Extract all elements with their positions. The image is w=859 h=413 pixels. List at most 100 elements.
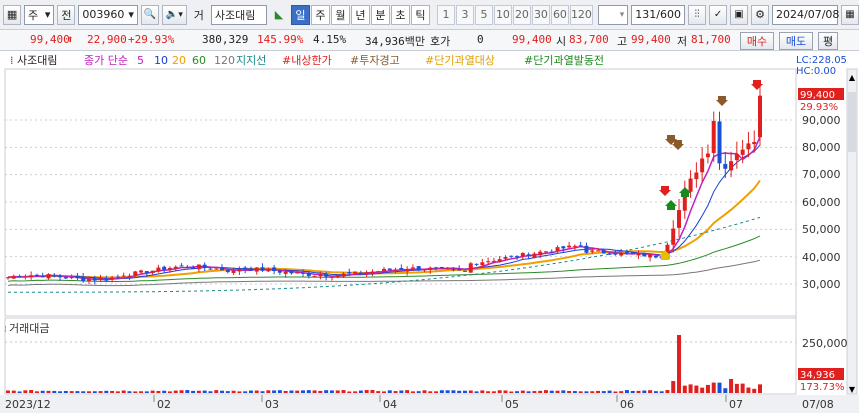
candle-body[interactable] (740, 149, 745, 155)
candle-body[interactable] (624, 252, 629, 254)
candle-body[interactable] (173, 266, 178, 270)
candle-body[interactable] (46, 274, 51, 279)
candle-body[interactable] (237, 269, 242, 272)
interval-10[interactable]: 10 (493, 4, 512, 25)
candle-body[interactable] (306, 273, 311, 276)
candle-body[interactable] (69, 277, 74, 279)
candle-body[interactable] (144, 271, 149, 274)
candle-body[interactable] (584, 245, 589, 253)
candle-body[interactable] (705, 153, 710, 158)
candle-body[interactable] (104, 279, 109, 281)
market-select[interactable]: 주 ▾ (24, 4, 55, 25)
candle-body[interactable] (567, 245, 572, 248)
tab-tick[interactable]: 틱 (410, 4, 430, 25)
candle-body[interactable] (543, 251, 548, 253)
candle-body[interactable] (729, 161, 734, 171)
candle-body[interactable] (364, 272, 369, 275)
candle-body[interactable] (503, 256, 508, 259)
interval-120[interactable]: 120 (569, 4, 593, 25)
candle-body[interactable] (526, 254, 531, 256)
candle-body[interactable] (34, 274, 39, 276)
candle-body[interactable] (272, 267, 277, 272)
stock-chart[interactable]: ▲ ▼ ⁞ 사조대림 종가 단순 5 10 20 60 120 지지선 #내상한… (0, 52, 859, 413)
candle-body[interactable] (318, 275, 323, 277)
candle-body[interactable] (243, 267, 248, 270)
candle-body[interactable] (295, 272, 300, 274)
gear-icon[interactable]: ⚙ (751, 4, 770, 25)
candle-body[interactable] (196, 264, 201, 270)
candle-body[interactable] (630, 252, 635, 254)
speaker-icon[interactable]: 🔈 ▾ (161, 4, 187, 25)
candle-body[interactable] (86, 279, 91, 281)
date-field[interactable]: 2024/07/08 (772, 4, 839, 25)
candle-body[interactable] (98, 278, 103, 280)
candle-body[interactable] (139, 270, 144, 273)
candle-body[interactable] (231, 270, 236, 273)
candle-body[interactable] (121, 275, 126, 277)
legend-tag-overheat-target[interactable]: #단기과열대상 (425, 54, 495, 67)
candle-body[interactable] (248, 268, 253, 271)
candle-body[interactable] (694, 172, 699, 180)
candle-body[interactable] (353, 271, 358, 274)
candle-body[interactable] (156, 267, 161, 272)
candle-body[interactable] (555, 247, 560, 251)
candle-body[interactable] (405, 269, 410, 272)
candle-body[interactable] (717, 121, 722, 164)
interval-20[interactable]: 20 (512, 4, 531, 25)
candle-body[interactable] (462, 270, 467, 272)
scroll-down-icon[interactable]: ▼ (849, 385, 856, 394)
candle-body[interactable] (220, 267, 225, 271)
candle-body[interactable] (387, 268, 392, 270)
candle-settings-icon[interactable]: ⫶⫶ (687, 4, 706, 25)
candle-body[interactable] (208, 268, 213, 270)
candle-body[interactable] (613, 253, 618, 255)
stock-name-field[interactable]: 사조대림 (210, 4, 267, 25)
candle-body[interactable] (110, 277, 115, 280)
candle-body[interactable] (179, 265, 184, 267)
candle-body[interactable] (700, 158, 705, 173)
candle-body[interactable] (711, 120, 716, 153)
candle-body[interactable] (167, 267, 172, 270)
candle-body[interactable] (40, 276, 45, 278)
candle-body[interactable] (619, 252, 624, 256)
candle-body[interactable] (29, 275, 34, 277)
candle-body[interactable] (202, 264, 207, 268)
legend-tag-overheat-pre[interactable]: #단기과열발동전 (524, 54, 604, 67)
candle-body[interactable] (549, 251, 554, 253)
candle-body[interactable] (642, 252, 647, 257)
candle-body[interactable] (341, 273, 346, 277)
candle-body[interactable] (596, 250, 601, 252)
candle-body[interactable] (601, 250, 606, 254)
candle-body[interactable] (23, 276, 28, 278)
candle-body[interactable] (607, 253, 612, 255)
save-icon[interactable]: ▣ (730, 4, 749, 25)
candle-body[interactable] (746, 143, 751, 150)
candle-body[interactable] (671, 228, 676, 245)
buy-button[interactable]: 매수 (740, 32, 774, 50)
interval-1[interactable]: 1 (436, 4, 455, 25)
candle-body[interactable] (497, 259, 502, 262)
code-input[interactable]: 003960 ▾ (78, 4, 138, 25)
candle-body[interactable] (561, 246, 566, 249)
candle-body[interactable] (578, 245, 583, 247)
candle-body[interactable] (399, 268, 404, 270)
tab-year[interactable]: 년 (350, 4, 370, 25)
candle-body[interactable] (277, 270, 282, 273)
candle-body[interactable] (58, 276, 63, 278)
tab-second[interactable]: 초 (390, 4, 410, 25)
interval-60[interactable]: 60 (550, 4, 569, 25)
average-button[interactable]: 평 (818, 32, 838, 50)
candle-body[interactable] (520, 253, 525, 257)
tab-day[interactable]: 일 (290, 4, 310, 25)
candle-body[interactable] (758, 95, 762, 138)
candle-body[interactable] (324, 273, 329, 277)
candle-body[interactable] (289, 271, 294, 274)
candle-body[interactable] (434, 267, 439, 269)
legend-ma10[interactable]: 10 (154, 54, 168, 67)
candle-body[interactable] (335, 275, 340, 278)
search-icon[interactable]: 🔍 (140, 4, 159, 25)
candle-body[interactable] (688, 178, 693, 192)
candle-body[interactable] (185, 266, 190, 268)
candle-body[interactable] (214, 268, 219, 270)
candle-body[interactable] (677, 210, 682, 228)
